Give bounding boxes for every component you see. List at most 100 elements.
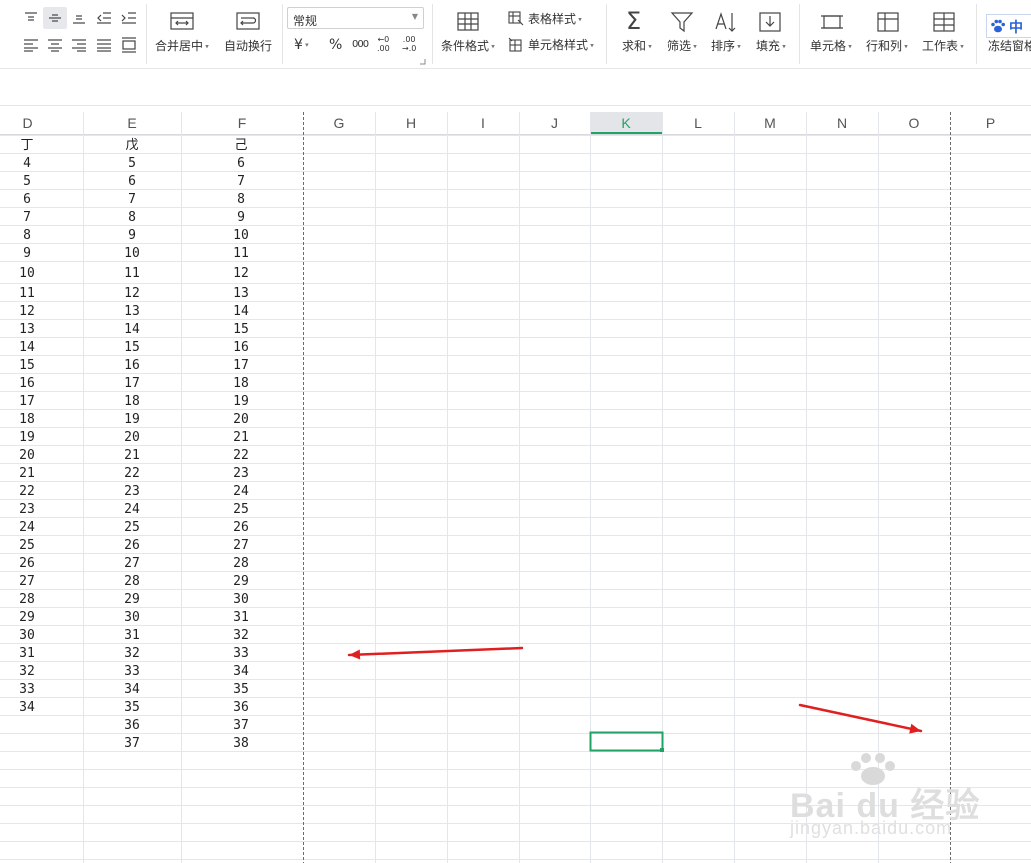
- align-left-icon[interactable]: [23, 38, 39, 52]
- cell-value[interactable]: 34: [19, 700, 35, 715]
- sort-button[interactable]: 排序 ▾: [711, 39, 741, 54]
- chevron-down-icon[interactable]: ▾: [646, 43, 652, 51]
- cell-value[interactable]: 34: [233, 664, 249, 679]
- column-header-k[interactable]: K: [621, 115, 631, 131]
- active-cell[interactable]: [589, 731, 664, 752]
- cell-value[interactable]: 25: [233, 502, 249, 517]
- table-style-button[interactable]: 表格样式 ▾: [528, 12, 582, 27]
- cell-value[interactable]: 30: [233, 592, 249, 607]
- cell-value[interactable]: 16: [19, 376, 35, 391]
- cell-value[interactable]: 31: [124, 628, 140, 643]
- column-header-m[interactable]: M: [764, 115, 776, 131]
- cell-value[interactable]: 26: [233, 520, 249, 535]
- cell-value[interactable]: 15: [124, 340, 140, 355]
- align-center-icon[interactable]: [47, 38, 63, 52]
- column-header-j[interactable]: J: [551, 115, 558, 131]
- cell-value[interactable]: 29: [124, 592, 140, 607]
- rows-cols-icon[interactable]: [876, 11, 900, 33]
- column-header-o[interactable]: O: [909, 115, 920, 131]
- cell-value[interactable]: 37: [233, 718, 249, 733]
- cell-value[interactable]: 27: [233, 538, 249, 553]
- cell-value[interactable]: 26: [19, 556, 35, 571]
- cell-value[interactable]: 17: [124, 376, 140, 391]
- spreadsheet-grid[interactable]: D E F G H I J K L M N O P 丁 戊 己 4 5 6 5 6 7 6 7 8 7 8 9 8 9 10 9 10 11 10 1…: [0, 112, 1031, 863]
- cell-style-button[interactable]: 单元格样式 ▾: [528, 38, 594, 53]
- auto-wrap-button[interactable]: 自动换行: [224, 39, 272, 53]
- cell-value[interactable]: 29: [19, 610, 35, 625]
- cell-value[interactable]: 26: [124, 538, 140, 553]
- cell-value[interactable]: 31: [233, 610, 249, 625]
- fill-handle[interactable]: [660, 748, 664, 752]
- chevron-down-icon[interactable]: ▾: [846, 43, 852, 51]
- cell-value[interactable]: 6: [23, 192, 31, 207]
- cell-value[interactable]: 30: [124, 610, 140, 625]
- freeze-panes-button[interactable]: 冻结窗格: [988, 39, 1031, 53]
- filter-icon[interactable]: [670, 11, 694, 33]
- chevron-down-icon[interactable]: ▾: [489, 43, 495, 51]
- cell-value[interactable]: 13: [233, 286, 249, 301]
- cell-value[interactable]: 33: [19, 682, 35, 697]
- cell-value[interactable]: 13: [124, 304, 140, 319]
- cell-value[interactable]: 35: [233, 682, 249, 697]
- cell-value[interactable]: 12: [233, 266, 249, 281]
- cell-value[interactable]: 36: [124, 718, 140, 733]
- cell-value[interactable]: 23: [124, 484, 140, 499]
- cell-value[interactable]: 9: [237, 210, 245, 225]
- cell-value[interactable]: 8: [128, 210, 136, 225]
- column-header-g[interactable]: G: [334, 115, 345, 131]
- worksheet-button[interactable]: 工作表 ▾: [922, 39, 964, 54]
- cell-value[interactable]: 11: [233, 246, 249, 261]
- cell-value[interactable]: 25: [124, 520, 140, 535]
- cell-value[interactable]: 22: [19, 484, 35, 499]
- increase-indent-icon[interactable]: [121, 11, 137, 25]
- fill-button[interactable]: 填充 ▾: [756, 39, 786, 54]
- ime-badge[interactable]: 中: [986, 14, 1031, 38]
- cell-value[interactable]: 34: [124, 682, 140, 697]
- fill-icon[interactable]: [758, 11, 782, 33]
- cell-value[interactable]: 33: [124, 664, 140, 679]
- number-format-select[interactable]: 常规 ▼: [287, 7, 424, 29]
- cell-value[interactable]: 10: [233, 228, 249, 243]
- cell-value[interactable]: 27: [124, 556, 140, 571]
- column-header-f[interactable]: F: [238, 115, 247, 131]
- cell-value[interactable]: 12: [19, 304, 35, 319]
- sum-icon[interactable]: Σ: [626, 8, 641, 34]
- cell-value[interactable]: 5: [128, 156, 136, 171]
- cell-value[interactable]: 4: [23, 156, 31, 171]
- cell-value[interactable]: 32: [19, 664, 35, 679]
- chevron-down-icon[interactable]: ▾: [576, 16, 582, 24]
- column-header-h[interactable]: H: [406, 115, 416, 131]
- cell-value[interactable]: 23: [19, 502, 35, 517]
- cell-value[interactable]: 21: [19, 466, 35, 481]
- cell-value[interactable]: 14: [233, 304, 249, 319]
- cell-value[interactable]: 20: [233, 412, 249, 427]
- cell-value[interactable]: 16: [124, 358, 140, 373]
- cell-value[interactable]: 33: [233, 646, 249, 661]
- cell-value[interactable]: 19: [233, 394, 249, 409]
- cell-value[interactable]: 9: [128, 228, 136, 243]
- column-header-n[interactable]: N: [837, 115, 847, 131]
- filter-button[interactable]: 筛选 ▾: [667, 39, 697, 54]
- cell-value[interactable]: 14: [124, 322, 140, 337]
- currency-button[interactable]: ¥ ▾: [294, 38, 309, 52]
- justify-icon[interactable]: [96, 38, 112, 52]
- cell-button[interactable]: 单元格 ▾: [810, 39, 852, 54]
- decrease-decimal-button[interactable]: ←0 .00: [377, 35, 390, 53]
- cell-value[interactable]: 5: [23, 174, 31, 189]
- sort-icon[interactable]: [714, 11, 738, 33]
- cell-value[interactable]: 11: [19, 286, 35, 301]
- conditional-format-icon[interactable]: [457, 11, 481, 33]
- cell-value[interactable]: 15: [233, 322, 249, 337]
- cell-value[interactable]: 22: [233, 448, 249, 463]
- percent-button[interactable]: %: [329, 38, 342, 52]
- chevron-down-icon[interactable]: ▼: [412, 12, 418, 21]
- column-header-i[interactable]: I: [481, 115, 485, 131]
- chevron-down-icon[interactable]: ▾: [958, 43, 964, 51]
- cell-value[interactable]: 10: [19, 266, 35, 281]
- thousands-button[interactable]: 000: [352, 38, 369, 52]
- cell-value[interactable]: 28: [233, 556, 249, 571]
- cell-value[interactable]: 37: [124, 736, 140, 751]
- align-top-icon[interactable]: [23, 11, 39, 25]
- cell-value[interactable]: 23: [233, 466, 249, 481]
- cell-value[interactable]: 22: [124, 466, 140, 481]
